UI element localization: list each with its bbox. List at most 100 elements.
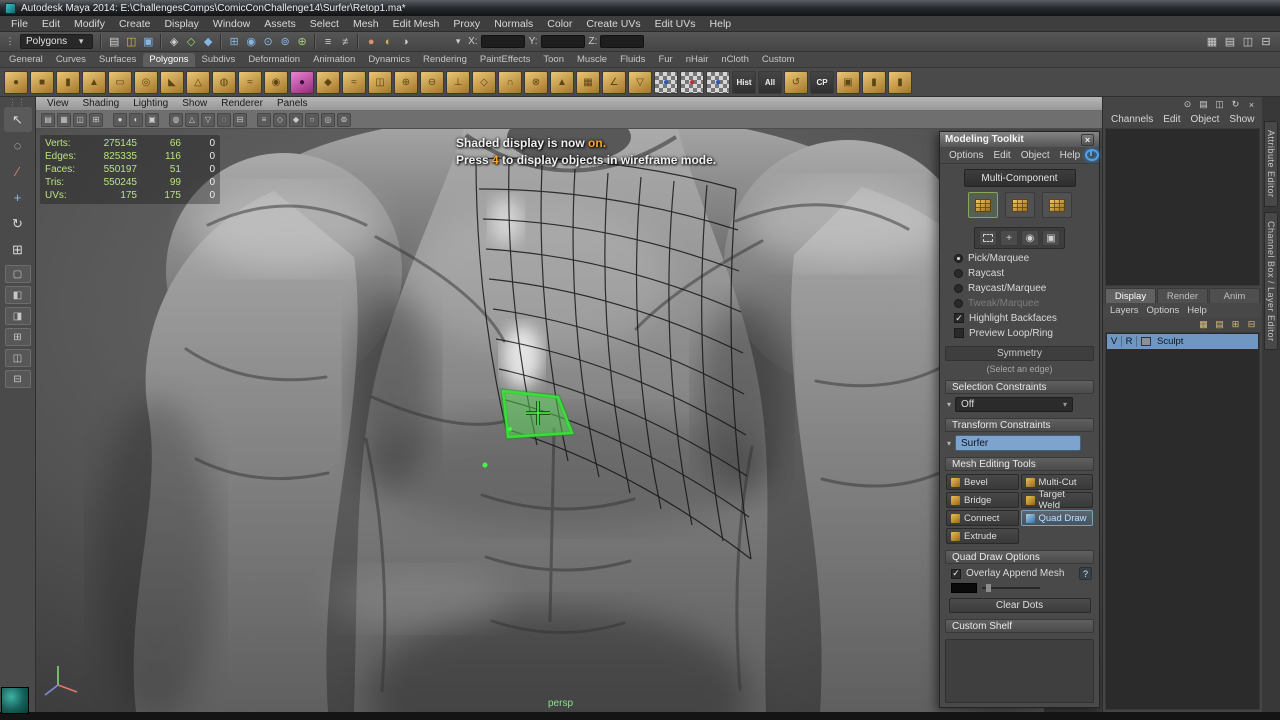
- face-mode-button[interactable]: [1042, 192, 1072, 218]
- marquee-select-icon[interactable]: [979, 230, 997, 246]
- menu-modify[interactable]: Modify: [67, 17, 112, 31]
- empty-layer-icon[interactable]: ▤: [1213, 318, 1226, 331]
- layout-persp-graph-button[interactable]: ⊟: [5, 370, 31, 388]
- channel-speed-icon[interactable]: ↻: [1229, 98, 1242, 111]
- overlay-opacity-slider[interactable]: [982, 587, 1040, 589]
- menu-window[interactable]: Window: [206, 17, 257, 31]
- bridge-tool-button[interactable]: Bridge: [946, 492, 1019, 508]
- new-scene-icon[interactable]: ▤: [106, 34, 122, 50]
- shelf-history-button[interactable]: Hist: [732, 71, 756, 94]
- symmetry-collapsed-frame[interactable]: Symmetry: [945, 346, 1094, 361]
- section-selection-constraints[interactable]: Selection Constraints: [945, 380, 1094, 394]
- shelf-poly-sphere-icon[interactable]: ●: [4, 71, 28, 94]
- paint-select-tool[interactable]: ∕: [4, 159, 32, 184]
- menu-file[interactable]: File: [4, 17, 35, 31]
- highlight-backfaces-option[interactable]: Highlight Backfaces: [945, 312, 1094, 324]
- panel-menu-show[interactable]: Show: [175, 98, 214, 109]
- menu-create-uvs[interactable]: Create UVs: [579, 17, 647, 31]
- shelf-bevel-icon[interactable]: ◇: [472, 71, 496, 94]
- shelf-tab-general[interactable]: General: [3, 53, 49, 67]
- shelf-separate-icon[interactable]: ⊖: [420, 71, 444, 94]
- menu-edit-mesh[interactable]: Edit Mesh: [386, 17, 447, 31]
- new-layer-icon[interactable]: ⊞: [1229, 318, 1242, 331]
- channel-display-icon[interactable]: ▤: [1197, 98, 1210, 111]
- shelf-cylinder3-icon[interactable]: ▮: [888, 71, 912, 94]
- pick-marquee-option[interactable]: Pick/Marquee: [945, 252, 1094, 264]
- shelf-tab-animation[interactable]: Animation: [307, 53, 361, 67]
- x-coordinate-input[interactable]: [481, 35, 525, 48]
- gate-mask-icon[interactable]: ◌: [217, 113, 231, 127]
- shelf-tab-dynamics[interactable]: Dynamics: [362, 53, 416, 67]
- camera-based-select-icon[interactable]: ▣: [1042, 230, 1060, 246]
- toolkit-menu-edit[interactable]: Edit: [988, 150, 1015, 161]
- shelf-tab-nhair[interactable]: nHair: [680, 53, 715, 67]
- toolkit-menu-options[interactable]: Options: [944, 150, 988, 161]
- shelf-poly-pipe-icon[interactable]: ◍: [212, 71, 236, 94]
- shelf-tab-custom[interactable]: Custom: [756, 53, 801, 67]
- shelf-tab-muscle[interactable]: Muscle: [571, 53, 613, 67]
- channel-manipulator-icon[interactable]: ◫: [1213, 98, 1226, 111]
- shelf-tab-deformation[interactable]: Deformation: [242, 53, 306, 67]
- select-camera-icon[interactable]: ▤: [41, 113, 55, 127]
- shelf-tab-rendering[interactable]: Rendering: [417, 53, 473, 67]
- section-transform-constraints[interactable]: Transform Constraints: [945, 418, 1094, 432]
- shelf-tab-fluids[interactable]: Fluids: [614, 53, 651, 67]
- menu-display[interactable]: Display: [157, 17, 205, 31]
- shelf-uv-sphere-icon[interactable]: ●: [290, 71, 314, 94]
- z-coordinate-input[interactable]: [600, 35, 644, 48]
- raycast-option[interactable]: Raycast: [945, 267, 1094, 279]
- lock-camera-icon[interactable]: ▦: [57, 113, 71, 127]
- drag-select-icon[interactable]: +: [1000, 230, 1018, 246]
- construction-history-on-icon[interactable]: ≡: [320, 34, 336, 50]
- shelf-tab-subdivs[interactable]: Subdivs: [196, 53, 242, 67]
- rotate-tool[interactable]: ↻: [4, 211, 32, 236]
- shelf-tab-surfaces[interactable]: Surfaces: [93, 53, 143, 67]
- multi-cut-tool-button[interactable]: Multi-Cut: [1021, 474, 1094, 490]
- ambient-occlusion-icon[interactable]: ⊚: [337, 113, 351, 127]
- panel-menu-lighting[interactable]: Lighting: [126, 98, 175, 109]
- panel-menu-view[interactable]: View: [40, 98, 76, 109]
- channel-list-area[interactable]: [1105, 128, 1260, 286]
- layer-reference-toggle[interactable]: R: [1122, 336, 1137, 347]
- snap-to-plane-icon[interactable]: ⊚: [277, 34, 293, 50]
- menu-help[interactable]: Help: [703, 17, 739, 31]
- tab-display[interactable]: Display: [1105, 288, 1156, 303]
- shelf-tab-painteffects[interactable]: PaintEffects: [474, 53, 537, 67]
- shelf-poly-plane-icon[interactable]: ▭: [108, 71, 132, 94]
- input-mode-chevron-icon[interactable]: ▾: [452, 34, 464, 50]
- shelf-quadrangulate-icon[interactable]: ▦: [576, 71, 600, 94]
- cb-menu-channels[interactable]: Channels: [1106, 114, 1158, 125]
- help-button[interactable]: ?: [1079, 567, 1092, 580]
- menu-select[interactable]: Select: [303, 17, 346, 31]
- extrude-tool-button[interactable]: Extrude: [946, 528, 1019, 544]
- shelf-uv-checker-blue-icon[interactable]: ●: [654, 71, 678, 94]
- overlay-append-mesh-option[interactable]: Overlay Append Mesh ?: [945, 567, 1094, 580]
- le-menu-help[interactable]: Help: [1183, 305, 1211, 316]
- raycast-select-icon[interactable]: ◉: [1021, 230, 1039, 246]
- section-quad-draw-options[interactable]: Quad Draw Options: [945, 550, 1094, 564]
- snap-to-point-icon[interactable]: ⊙: [260, 34, 276, 50]
- quad-draw-tool-button[interactable]: Quad Draw: [1021, 510, 1094, 526]
- wireframe-display-icon[interactable]: ≡: [257, 113, 271, 127]
- shaded-display-icon[interactable]: ◇: [273, 113, 287, 127]
- close-icon[interactable]: ×: [1245, 98, 1258, 111]
- menu-normals[interactable]: Normals: [487, 17, 540, 31]
- shelf-cache-icon[interactable]: ▣: [836, 71, 860, 94]
- tab-render[interactable]: Render: [1157, 288, 1208, 303]
- film-gate-icon[interactable]: △: [185, 113, 199, 127]
- menu-proxy[interactable]: Proxy: [446, 17, 487, 31]
- shelf-reduce-icon[interactable]: ▽: [628, 71, 652, 94]
- toggle-attribute-editor-icon[interactable]: ▤: [1222, 34, 1238, 50]
- shelf-mirror-icon[interactable]: ◫: [368, 71, 392, 94]
- collapse-arrow-icon[interactable]: ▾: [947, 439, 951, 448]
- collapse-arrow-icon[interactable]: ▾: [947, 400, 951, 409]
- select-component-icon[interactable]: ◆: [200, 34, 216, 50]
- tab-anim[interactable]: Anim: [1209, 288, 1260, 303]
- menu-assets[interactable]: Assets: [257, 17, 303, 31]
- connect-tool-button[interactable]: Connect: [946, 510, 1019, 526]
- make-live-icon[interactable]: ⊕: [294, 34, 310, 50]
- shelf-tab-curves[interactable]: Curves: [50, 53, 92, 67]
- le-menu-layers[interactable]: Layers: [1106, 305, 1143, 316]
- render-settings-icon[interactable]: ◑: [397, 34, 413, 50]
- target-weld-tool-button[interactable]: Target Weld: [1021, 492, 1094, 508]
